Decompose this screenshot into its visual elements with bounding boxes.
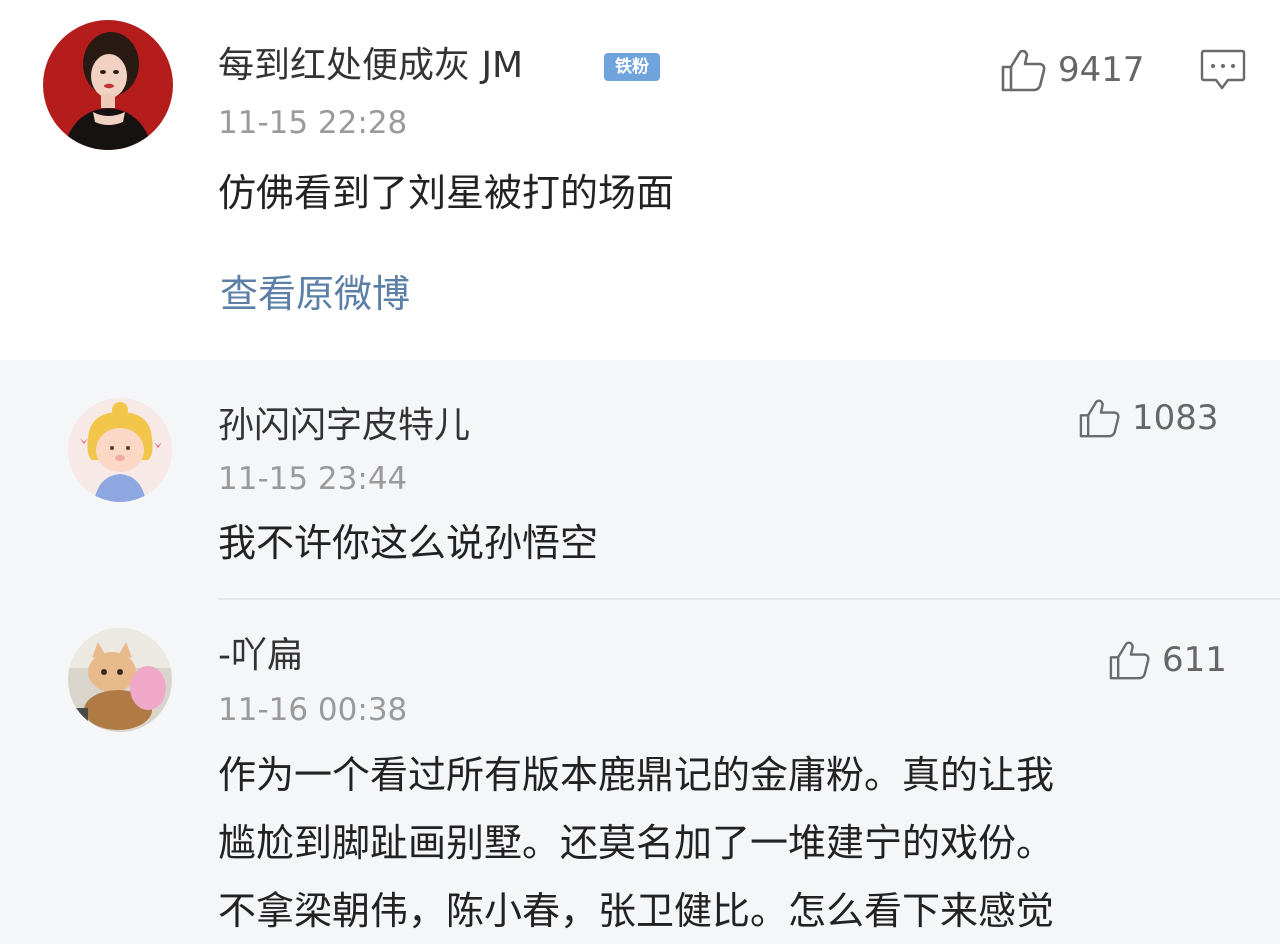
- fan-badge: 铁粉: [604, 53, 660, 81]
- avatar[interactable]: [68, 398, 172, 502]
- main-comment: 每到红处便成灰 JM 铁粉 9417 11-15 22:28 仿佛看到了刘星被打…: [0, 0, 1280, 360]
- comment-text-line: 不拿梁朝伟，陈小春，张卫健比。怎么看下来感觉: [218, 889, 1055, 933]
- comment-button[interactable]: [1200, 48, 1246, 96]
- like-count: 9417: [1058, 50, 1145, 90]
- comment-bubble-icon: [1200, 49, 1246, 90]
- comment-text-line: 尴尬到脚趾画别墅。还莫名加了一堆建宁的戏份。: [218, 821, 1055, 865]
- comment-text: 我不许你这么说孙悟空: [218, 521, 599, 565]
- avatar[interactable]: [68, 628, 172, 732]
- like-count: 611: [1162, 640, 1227, 680]
- comment-text: 仿佛看到了刘星被打的场面: [218, 171, 675, 215]
- timestamp: 11-16 00:38: [218, 692, 408, 728]
- like-button[interactable]: 1083: [1078, 398, 1219, 438]
- timestamp: 11-15 22:28: [218, 105, 408, 141]
- thumbs-up-icon: [1109, 641, 1150, 680]
- comment-text-line: 作为一个看过所有版本鹿鼎记的金庸粉。真的让我: [218, 753, 1055, 797]
- username[interactable]: 孙闪闪字皮特儿: [218, 408, 470, 444]
- thumbs-up-icon: [1079, 399, 1120, 438]
- username[interactable]: 每到红处便成灰 JM: [218, 48, 523, 84]
- like-count: 1083: [1132, 398, 1219, 438]
- like-button[interactable]: 611: [1108, 640, 1227, 680]
- username[interactable]: -吖扁: [218, 638, 303, 674]
- like-button[interactable]: 9417: [1000, 48, 1145, 92]
- avatar[interactable]: [43, 20, 173, 150]
- divider: [218, 598, 1280, 600]
- thumbs-up-icon: [1001, 49, 1046, 92]
- timestamp: 11-15 23:44: [218, 461, 408, 497]
- view-original-post-link[interactable]: 查看原微博: [220, 275, 410, 313]
